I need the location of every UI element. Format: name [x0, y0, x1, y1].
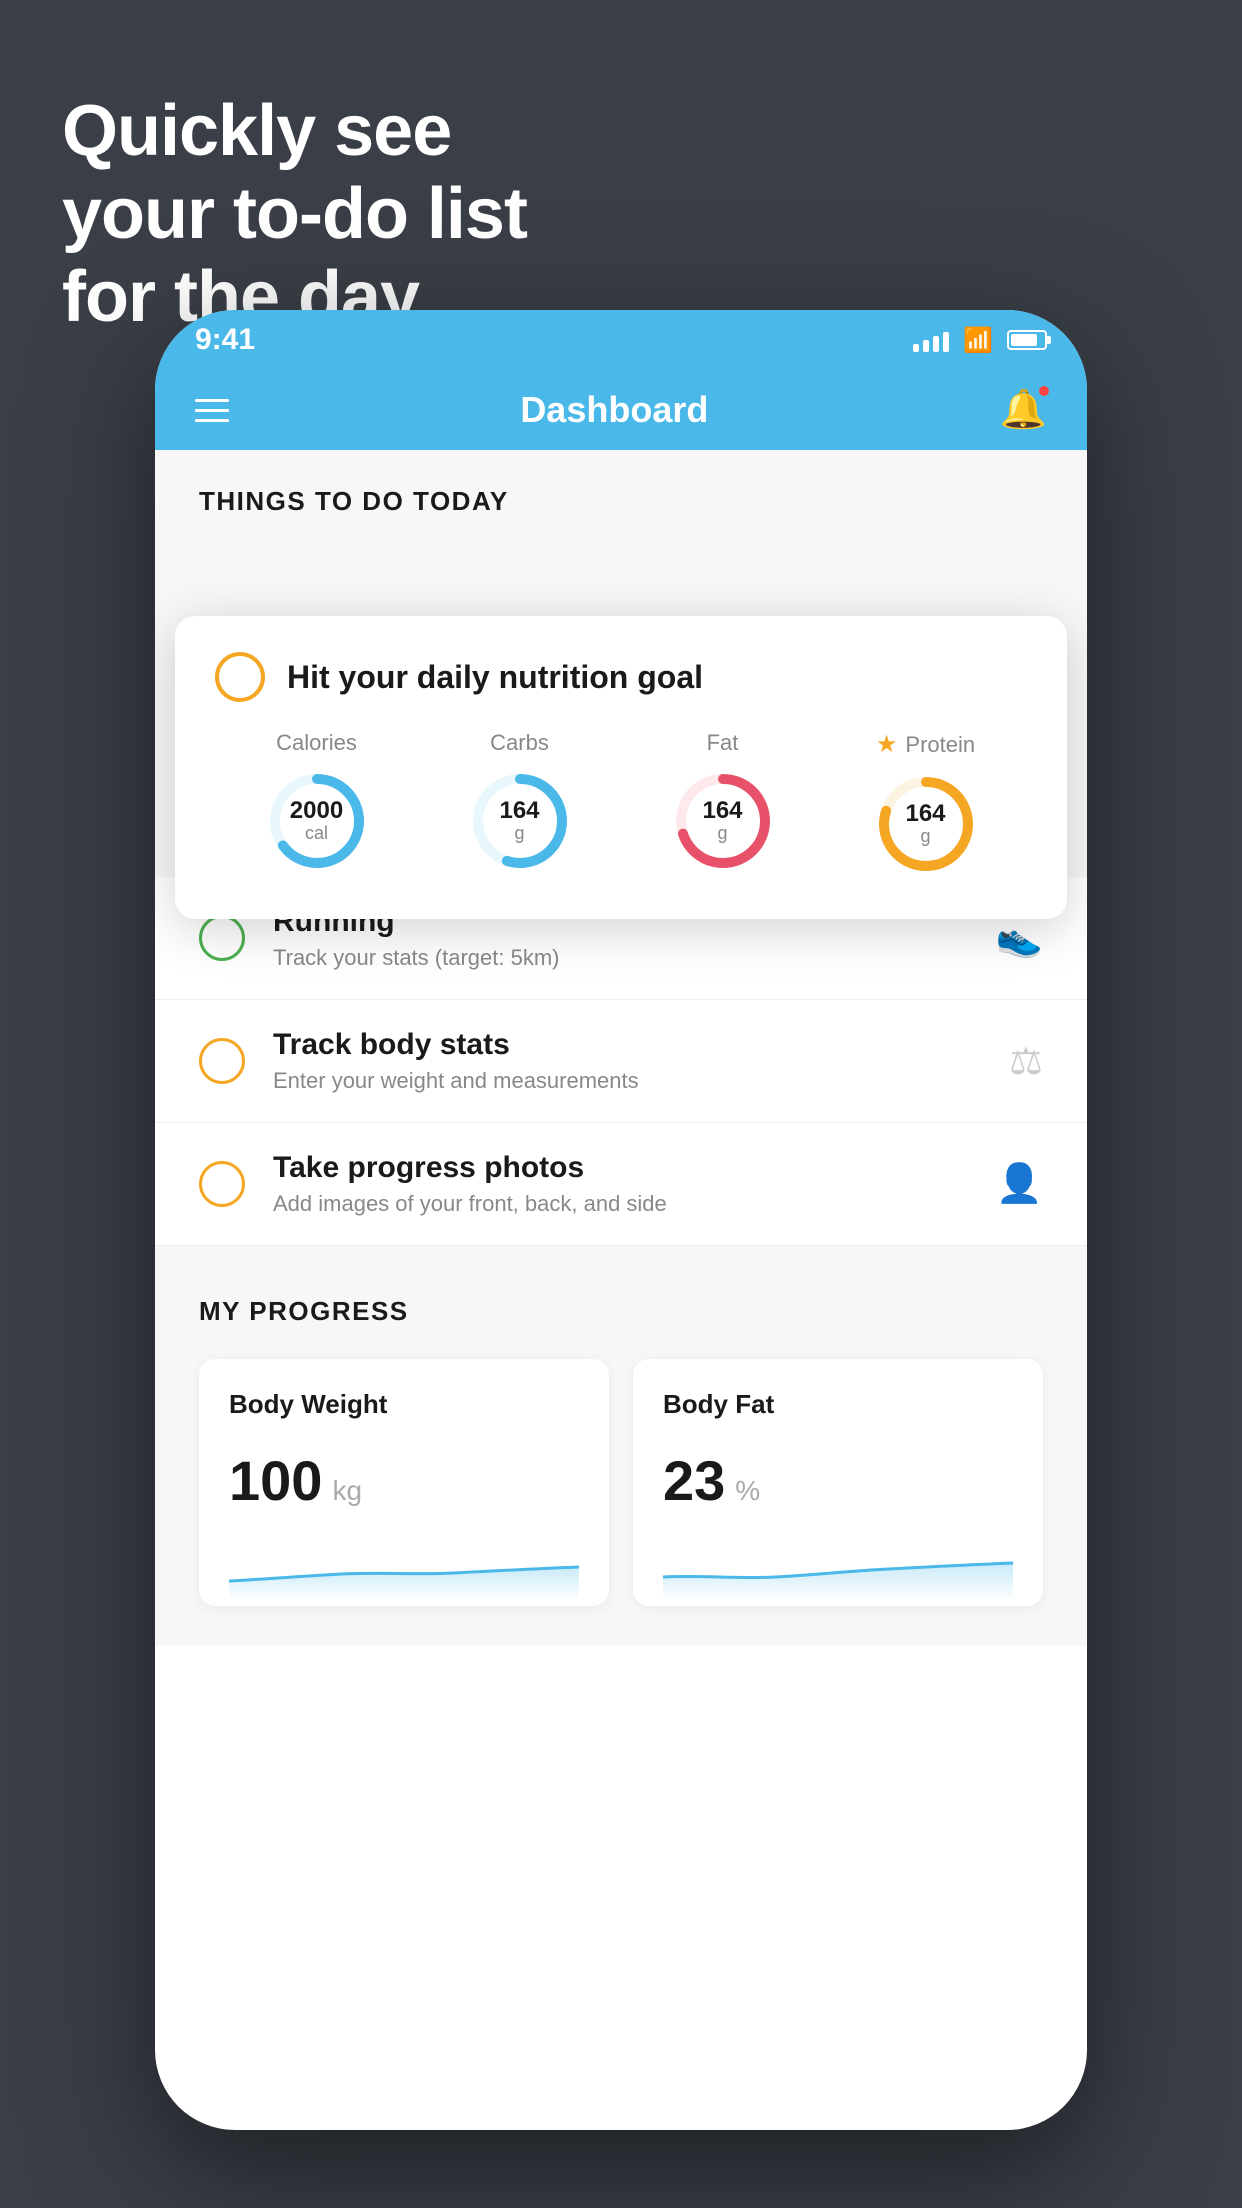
notification-dot: [1037, 384, 1051, 398]
nutrition-carbs: Carbs 164 g: [465, 730, 575, 876]
running-shoe-icon: 👟: [996, 916, 1043, 960]
body-weight-title: Body Weight: [229, 1389, 579, 1420]
nutrition-card: Hit your daily nutrition goal Calories 2…: [175, 616, 1067, 919]
nav-title: Dashboard: [520, 389, 708, 431]
fat-value-text: 164 g: [702, 798, 742, 844]
protein-donut: 164 g: [871, 769, 981, 879]
battery-icon: [1007, 330, 1047, 350]
nav-header: Dashboard 🔔: [155, 370, 1087, 450]
progress-section: MY PROGRESS Body Weight 100 kg: [155, 1246, 1087, 1646]
wifi-icon: 📶: [963, 326, 993, 355]
status-bar: 9:41 📶: [155, 310, 1087, 370]
calories-donut: 2000 cal: [262, 766, 372, 876]
nutrition-check-circle[interactable]: [215, 652, 265, 702]
phone-frame: 9:41 📶 Dashboard 🔔 THINGS TO DO TODAY: [155, 310, 1087, 2130]
things-today-title: THINGS TO DO TODAY: [199, 486, 509, 516]
task-running-desc: Track your stats (target: 5km): [273, 945, 996, 971]
scale-icon: ⚖: [1009, 1039, 1043, 1084]
notification-bell[interactable]: 🔔: [1000, 388, 1047, 432]
signal-icon: [913, 328, 949, 352]
task-photos-desc: Add images of your front, back, and side: [273, 1191, 996, 1217]
headline-line1: Quickly see: [62, 90, 527, 173]
nutrition-fat: Fat 164 g: [668, 730, 778, 876]
nutrition-items: Calories 2000 cal Carbs: [215, 730, 1027, 879]
body-weight-number: 100: [229, 1448, 322, 1513]
task-photos-name: Take progress photos: [273, 1151, 996, 1185]
carbs-donut: 164 g: [465, 766, 575, 876]
status-icons: 📶: [913, 326, 1047, 355]
section-header: THINGS TO DO TODAY: [155, 450, 1087, 537]
body-weight-card: Body Weight 100 kg: [199, 1359, 609, 1606]
body-fat-number: 23: [663, 1448, 725, 1513]
protein-label-row: ★ Protein: [876, 730, 975, 759]
body-fat-card: Body Fat 23 %: [633, 1359, 1043, 1606]
nutrition-card-title: Hit your daily nutrition goal: [287, 659, 703, 696]
task-progress-photos[interactable]: Take progress photos Add images of your …: [155, 1123, 1087, 1246]
task-bodystats-desc: Enter your weight and measurements: [273, 1068, 1009, 1094]
headline-line2: your to-do list: [62, 173, 527, 256]
protein-label: Protein: [905, 732, 975, 758]
headline: Quickly see your to-do list for the day.: [62, 90, 527, 338]
body-fat-unit: %: [735, 1475, 760, 1507]
protein-value-text: 164 g: [905, 801, 945, 847]
fat-donut: 164 g: [668, 766, 778, 876]
task-bodystats-name: Track body stats: [273, 1028, 1009, 1062]
progress-cards: Body Weight 100 kg: [199, 1359, 1043, 1606]
nutrition-protein: ★ Protein 164 g: [871, 730, 981, 879]
fat-label: Fat: [707, 730, 739, 756]
task-photos-check[interactable]: [199, 1161, 245, 1207]
card-header-row: Hit your daily nutrition goal: [215, 652, 1027, 702]
main-content: THINGS TO DO TODAY Hit your daily nutrit…: [155, 450, 1087, 1646]
progress-title: MY PROGRESS: [199, 1296, 1043, 1327]
star-icon: ★: [876, 730, 898, 759]
task-bodystats-check[interactable]: [199, 1038, 245, 1084]
body-fat-title: Body Fat: [663, 1389, 1013, 1420]
carbs-value-text: 164 g: [499, 798, 539, 844]
nutrition-calories: Calories 2000 cal: [262, 730, 372, 876]
calories-value-text: 2000 cal: [290, 798, 343, 844]
body-fat-value: 23 %: [663, 1448, 1013, 1513]
body-weight-value: 100 kg: [229, 1448, 579, 1513]
body-weight-unit: kg: [332, 1475, 362, 1507]
body-fat-sparkline: [663, 1541, 1013, 1601]
task-body-stats[interactable]: Track body stats Enter your weight and m…: [155, 1000, 1087, 1123]
calories-label: Calories: [276, 730, 357, 756]
carbs-label: Carbs: [490, 730, 549, 756]
task-list: Running Track your stats (target: 5km) 👟…: [155, 877, 1087, 1246]
person-photo-icon: 👤: [996, 1162, 1043, 1206]
body-weight-sparkline: [229, 1541, 579, 1601]
hamburger-menu[interactable]: [195, 399, 229, 422]
status-time: 9:41: [195, 323, 255, 357]
task-running-check[interactable]: [199, 915, 245, 961]
